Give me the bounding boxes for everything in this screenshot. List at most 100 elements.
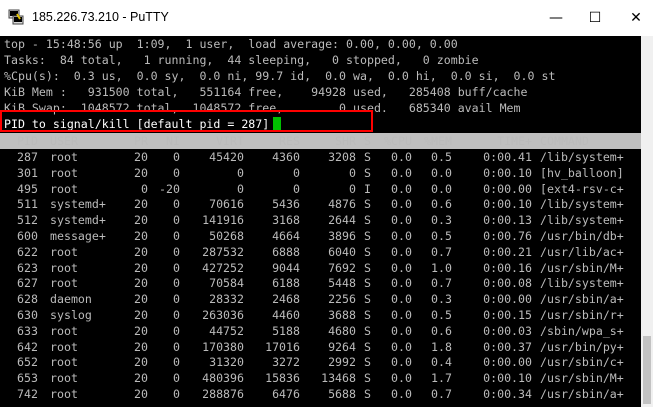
col-res: 0 [293, 165, 300, 180]
col-shr: 3896 [328, 229, 356, 243]
col-state: S [364, 229, 371, 243]
col-ni: 0 [173, 260, 180, 275]
col-command: /usr/bin/db+ [540, 229, 624, 243]
col-pr: 20 [134, 355, 148, 370]
col-user: root [50, 387, 78, 401]
col-res: 0 [293, 181, 300, 196]
col-time: 0:00.34 [483, 387, 532, 401]
col-user: root [50, 339, 78, 354]
process-table-header: PID USER PR NI VIRT RES SHR S %CPU %MEM TIME+ COMMA… [0, 133, 641, 149]
col-command: /usr/sbin/M+ [540, 260, 624, 275]
col-ni: 0 [173, 292, 180, 307]
col-command: /lib/system+ [540, 197, 624, 212]
col-shr: 5688 [328, 387, 356, 401]
col-pr: 20 [134, 197, 148, 212]
col-shr: 0 [349, 181, 356, 196]
col-mem: 0.6 [431, 323, 452, 338]
col-shr: SHR [335, 134, 356, 148]
col-virt: 50268 [209, 229, 244, 243]
maximize-icon: ☐ [588, 10, 602, 26]
col-shr: 2992 [328, 355, 356, 370]
col-state: S [364, 197, 371, 212]
col-pr: 20 [134, 323, 148, 338]
col-command: /usr/sbin/r+ [540, 308, 624, 322]
col-mem: 0.5 [431, 308, 452, 322]
col-pid: 742 [17, 387, 38, 401]
col-mem: 0.7 [431, 276, 452, 291]
col-res: 5436 [272, 197, 300, 212]
col-pid: 627 [17, 276, 38, 291]
table-row: 630 syslog 20 0 263036 4460 3688 S 0.0 0.5 0:00.15… [0, 307, 641, 323]
cpu-line: %Cpu(s): 0.3 us, 0.0 sy, 0.0 ni, 99.7 id… [4, 69, 556, 83]
col-mem: 0.7 [431, 244, 452, 259]
col-mem: 0.3 [431, 292, 452, 307]
col-ni: 0 [173, 355, 180, 370]
col-cpu: 0.0 [391, 387, 412, 401]
col-res: 4664 [272, 229, 300, 243]
mem-line: KiB Mem : 931500 total, 551164 free, 949… [4, 85, 528, 99]
col-res: 6188 [272, 276, 300, 291]
col-virt: 427252 [202, 260, 244, 275]
col-mem: 1.0 [431, 260, 452, 275]
col-shr: 6040 [328, 244, 356, 259]
maximize-button[interactable]: ☐ [572, 0, 618, 36]
col-time: 0:00.10 [483, 197, 532, 212]
col-res: 17016 [265, 339, 300, 354]
col-mem: 0.5 [431, 150, 452, 164]
col-virt: 288876 [202, 387, 244, 401]
col-virt: 70584 [209, 276, 244, 291]
col-ni: 0 [173, 165, 180, 180]
col-pid: 652 [17, 355, 38, 370]
col-user: root [50, 181, 78, 196]
col-shr: 13468 [321, 371, 356, 386]
vertical-scrollbar[interactable] [641, 36, 653, 407]
putty-icon [8, 9, 24, 25]
col-virt: 45420 [209, 150, 244, 164]
col-res: 6888 [272, 244, 300, 259]
col-state: S [364, 323, 371, 338]
col-user: root [50, 244, 78, 259]
col-state: I [364, 181, 371, 196]
table-row: 600 message+ 20 0 50268 4664 3896 S 0.0 0.5 0:00.7… [0, 228, 641, 244]
table-row: 652 root 20 0 31320 3272 2992 S 0.0 0.4 0:00.00/us… [0, 354, 641, 370]
table-row: 511 systemd+ 20 0 70616 5436 4876 S 0.0 0.6 0:00.1… [0, 196, 641, 212]
table-row: 627 root 20 0 70584 6188 5448 S 0.0 0.7 0:00.08/li… [0, 275, 641, 291]
col-cpu: 0.0 [391, 371, 412, 386]
col-command: /usr/sbin/c+ [540, 355, 624, 370]
tasks-line: Tasks: 84 total, 1 running, 44 sleeping,… [4, 53, 479, 67]
col-pid: 301 [17, 165, 38, 180]
table-row: 742 root 20 0 288876 6476 5688 S 0.0 0.7 0:00.34/u… [0, 386, 641, 402]
scrollbar-thumb[interactable] [643, 336, 651, 404]
terminal[interactable]: top - 15:48:56 up 1:09, 1 user, load ave… [0, 36, 641, 407]
table-row: 287 root 20 0 45420 4360 3208 S 0.0 0.5 0:00.41/li… [0, 149, 641, 165]
col-time: 0:00.13 [483, 213, 532, 228]
table-row: 628 daemon 20 0 28332 2468 2256 S 0.0 0.3 0:00.00 /… [0, 291, 641, 307]
table-row: 512 systemd+ 20 0 141916 3168 2644 S 0.0 0.3 0:00.… [0, 212, 641, 228]
col-shr: 3208 [328, 150, 356, 164]
col-command: COMMAND [540, 134, 589, 148]
col-shr: 4876 [328, 197, 356, 212]
close-button[interactable]: ✕ [613, 0, 653, 36]
col-user: daemon [50, 292, 92, 307]
col-user: syslog [50, 308, 92, 322]
col-virt: 141916 [202, 213, 244, 228]
col-time: 0:00.10 [483, 165, 532, 180]
col-pid: 287 [17, 150, 38, 164]
col-pid: 653 [17, 371, 38, 386]
col-cpu: 0.0 [391, 197, 412, 212]
col-state: S [364, 276, 371, 291]
col-pid: 511 [17, 197, 38, 212]
col-time: 0:00.00 [483, 181, 532, 196]
minimize-icon: — [549, 10, 563, 26]
col-time: 0:00.00 [483, 292, 532, 307]
col-virt: 480396 [202, 371, 244, 386]
col-cpu: 0.0 [391, 260, 412, 275]
table-row: 633 root 20 0 44752 5188 4680 S 0.0 0.6 0:00.03/sb… [0, 323, 641, 339]
col-user: root [50, 260, 78, 275]
col-user: root [50, 276, 78, 291]
col-virt: 263036 [202, 308, 244, 322]
col-pid: 495 [17, 181, 38, 196]
col-ni: 0 [173, 197, 180, 212]
table-row: 623 root 20 0 427252 9044 7692 S 0.0 1.0 0:00.16/u… [0, 260, 641, 276]
col-cpu: %CPU [384, 134, 412, 148]
